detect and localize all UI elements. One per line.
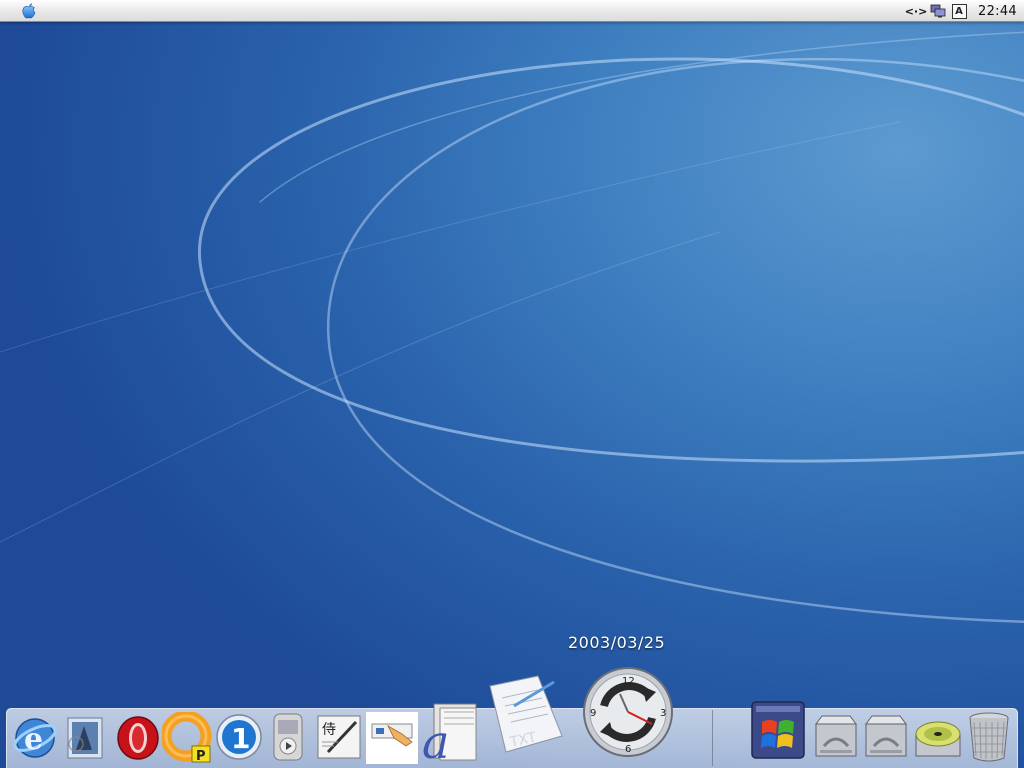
svg-text:e: e	[24, 722, 43, 757]
hard-drive-icon[interactable]	[812, 712, 860, 762]
mail-icon[interactable]	[62, 712, 108, 762]
svg-text:a: a	[422, 715, 449, 764]
windows-emulator-icon[interactable]	[748, 700, 808, 762]
date-overlay: 2003/03/25	[568, 633, 666, 652]
displays-icon[interactable]	[928, 0, 948, 22]
svg-text:12: 12	[622, 676, 635, 687]
svg-text:P: P	[196, 749, 206, 764]
svg-text:侍: 侍	[322, 722, 336, 738]
dock-separator	[712, 710, 713, 766]
media-player-icon[interactable]	[270, 712, 306, 762]
menu-bar: <·> A 22:44	[0, 0, 1024, 22]
network-status-icon[interactable]: <·>	[904, 0, 928, 22]
menubar-clock[interactable]: 22:44	[970, 0, 1024, 22]
lifebuoy-icon[interactable]: P	[162, 712, 214, 764]
internet-explorer-icon[interactable]: e	[12, 712, 58, 762]
cd-drive-icon[interactable]	[912, 712, 964, 762]
svg-text:3: 3	[660, 708, 666, 719]
svg-text:9: 9	[590, 708, 596, 719]
svg-text:6: 6	[625, 744, 631, 755]
installer-icon[interactable]	[366, 712, 418, 764]
menu-extras: <·> A 22:44	[904, 0, 1024, 22]
hard-drive-icon[interactable]	[862, 712, 910, 762]
samurai-editor-icon[interactable]: 侍	[314, 712, 364, 762]
apple-menu-icon[interactable]	[20, 2, 38, 20]
trash-icon[interactable]	[966, 710, 1012, 764]
opera-icon[interactable]	[114, 712, 162, 762]
input-menu[interactable]: A	[948, 0, 970, 22]
input-menu-letter: A	[951, 3, 967, 19]
font-book-icon[interactable]: a	[420, 700, 482, 764]
clock-sync-icon[interactable]: 12 3 6 9	[580, 666, 676, 758]
desktop-wallpaper	[0, 31, 1024, 624]
onestep-icon[interactable]: 1	[214, 712, 264, 762]
text-document-icon[interactable]: TXT	[484, 674, 572, 756]
svg-text:1: 1	[231, 722, 250, 755]
network-glyph: <·>	[904, 4, 928, 18]
